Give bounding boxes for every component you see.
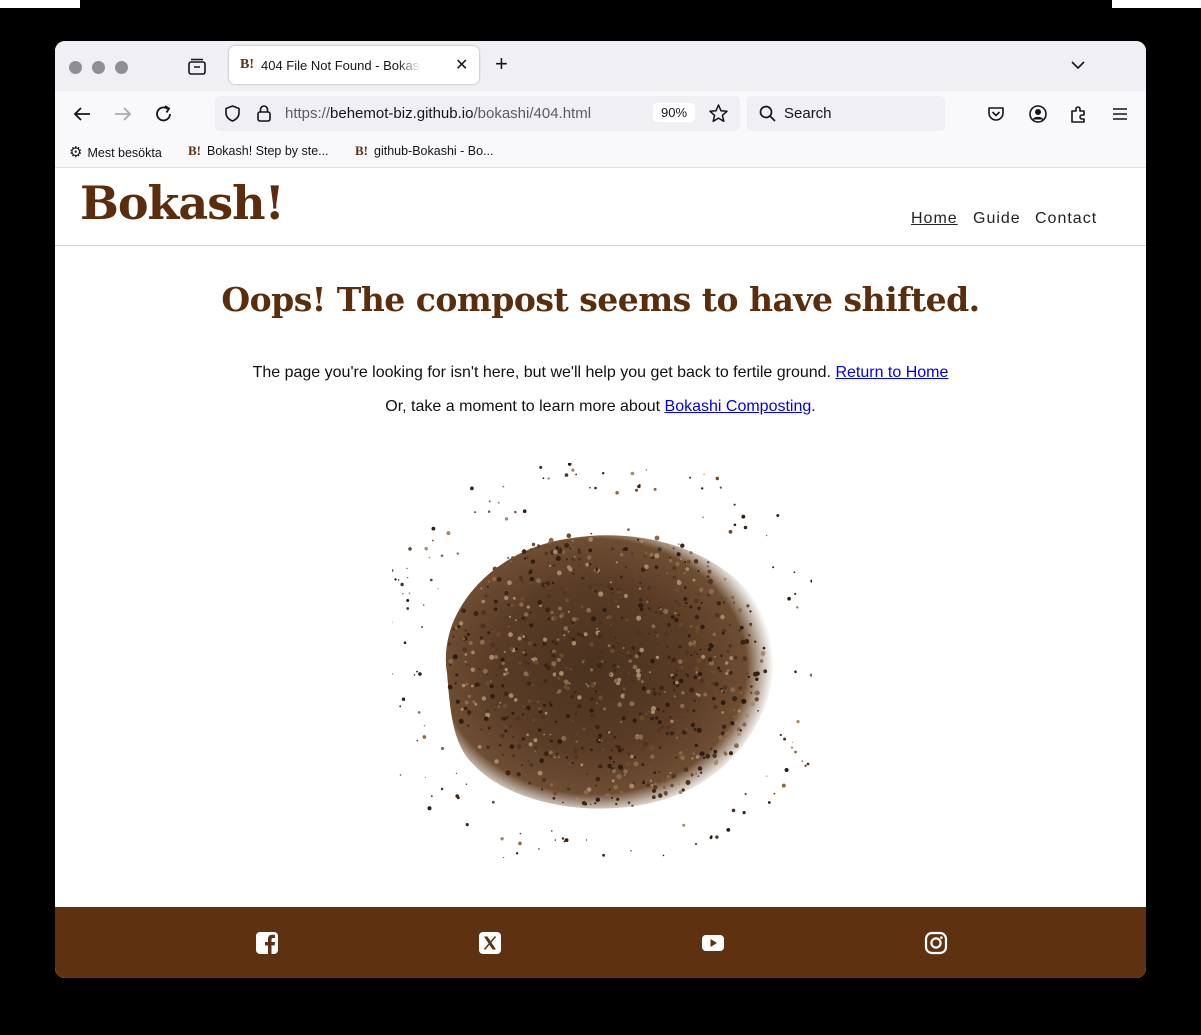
site-favicon-icon: B! <box>188 143 201 158</box>
bookmark-label: Mest besökta <box>87 146 162 160</box>
url-bar[interactable]: https://behemot-biz.github.io/bokashi/40… <box>215 96 740 131</box>
bookmark-label: Bokash! Step by ste... <box>207 144 329 158</box>
site-logo[interactable]: Bokash! <box>80 176 285 230</box>
shield-icon[interactable] <box>223 104 242 123</box>
facebook-icon[interactable] <box>255 931 279 955</box>
tab-overview-icon[interactable] <box>187 57 207 77</box>
error-message-text: The page you're looking for isn't here, … <box>252 364 831 381</box>
search-bar[interactable]: Search <box>747 96 945 131</box>
hamburger-menu-icon[interactable] <box>1109 103 1131 125</box>
minimize-window-button[interactable] <box>92 61 105 74</box>
url-host: behemot-biz.github.io <box>330 105 474 122</box>
chevron-down-icon[interactable] <box>1070 57 1086 73</box>
url-text[interactable]: https://behemot-biz.github.io/bokashi/40… <box>285 105 591 122</box>
url-path: /bokashi/404.html <box>473 105 592 122</box>
close-tab-icon[interactable]: ✕ <box>455 55 468 75</box>
nav-link-home[interactable]: Home <box>911 210 958 228</box>
screen-edge <box>0 0 80 8</box>
bookmark-item[interactable]: ⚙ Mest besökta <box>69 143 162 161</box>
bookmark-item[interactable]: B! Bokash! Step by ste... <box>188 143 329 159</box>
url-scheme: https:// <box>285 105 331 122</box>
lock-icon[interactable] <box>255 104 273 123</box>
nav-link-guide[interactable]: Guide <box>973 210 1021 228</box>
search-input[interactable]: Search <box>784 105 832 122</box>
x-twitter-icon[interactable] <box>478 931 502 955</box>
zoom-window-button[interactable] <box>115 61 128 74</box>
tab-title: 404 File Not Found - Bokashi Step by ste… <box>261 58 421 73</box>
search-icon <box>759 105 776 122</box>
site-favicon-icon: B! <box>240 57 254 72</box>
header-divider <box>55 245 1146 246</box>
bookmark-item[interactable]: B! github-Bokashi - Bo... <box>355 143 494 159</box>
site-footer <box>55 907 1146 978</box>
learn-more-message: Or, take a moment to learn more about Bo… <box>55 398 1146 416</box>
web-page: Bokash! Home Guide Contact Oops! The com… <box>55 168 1146 978</box>
page-title: Oops! The compost seems to have shifted. <box>221 280 980 319</box>
nav-link-contact[interactable]: Contact <box>1035 210 1097 228</box>
error-message: The page you're looking for isn't here, … <box>55 364 1146 382</box>
site-favicon-icon: B! <box>355 143 368 158</box>
bookmarks-toolbar: ⚙ Mest besökta B! Bokash! Step by ste... B… <box>55 136 1146 168</box>
gear-icon: ⚙ <box>69 144 83 161</box>
compost-pile-image <box>392 463 812 858</box>
navigation-toolbar: https://behemot-biz.github.io/bokashi/40… <box>55 91 1146 136</box>
new-tab-button[interactable]: + <box>495 53 508 75</box>
browser-window: B! 404 File Not Found - Bokashi Step by … <box>55 41 1146 978</box>
learn-more-text: Or, take a moment to learn more about <box>385 398 661 415</box>
youtube-icon[interactable] <box>701 931 725 955</box>
tab-bar: B! 404 File Not Found - Bokashi Step by … <box>55 41 1146 91</box>
learn-more-period: . <box>811 398 816 415</box>
instagram-icon[interactable] <box>924 931 948 955</box>
screen-edge <box>1112 0 1201 8</box>
extensions-puzzle-icon[interactable] <box>1068 103 1090 125</box>
forward-arrow-icon[interactable] <box>112 103 134 125</box>
bookmark-star-icon[interactable] <box>708 103 729 124</box>
close-window-button[interactable] <box>69 61 82 74</box>
tab-active[interactable]: B! 404 File Not Found - Bokashi Step by … <box>229 46 479 84</box>
account-icon[interactable] <box>1027 103 1049 125</box>
reload-icon[interactable] <box>153 103 175 125</box>
return-home-link[interactable]: Return to Home <box>835 364 948 381</box>
bokashi-composting-link[interactable]: Bokashi Composting <box>665 398 812 415</box>
bookmark-label: github-Bokashi - Bo... <box>374 144 494 158</box>
back-arrow-icon[interactable] <box>71 103 93 125</box>
pocket-icon[interactable] <box>985 103 1007 125</box>
zoom-level-button[interactable]: 90% <box>653 103 696 122</box>
